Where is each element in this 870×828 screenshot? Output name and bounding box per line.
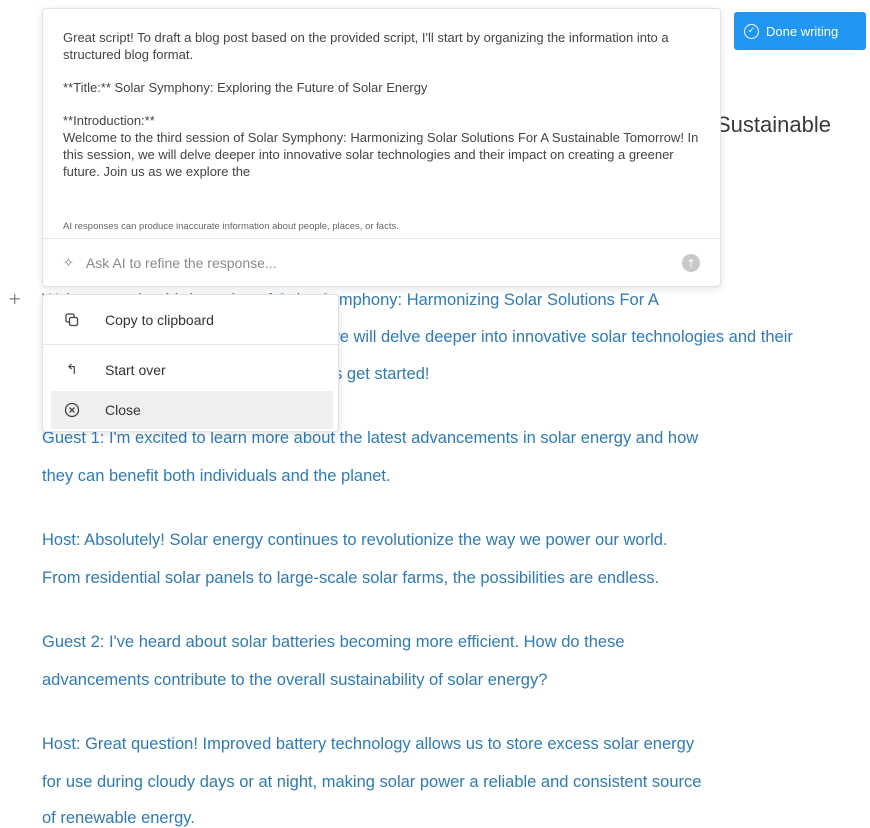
plus-icon[interactable]: +: [8, 289, 21, 308]
doc-line: Host: Great question! Improved battery t…: [42, 735, 695, 753]
doc-line: of renewable energy.: [42, 809, 195, 827]
copy-to-clipboard-label: Copy to clipboard: [105, 312, 214, 328]
ai-response-intro-body: Welcome to the third session of Solar Sy…: [63, 130, 699, 179]
copy-to-clipboard-item[interactable]: Copy to clipboard: [51, 301, 333, 339]
ai-refine-input[interactable]: [83, 254, 682, 272]
ai-response-intro-heading: **Introduction:**: [63, 113, 155, 128]
doc-line: From residential solar panels to large-s…: [42, 569, 660, 587]
done-writing-label: Done writing: [766, 23, 839, 39]
doc-line: advancements contribute to the overall s…: [42, 671, 548, 689]
doc-line: Guest 2: I've heard about solar batterie…: [42, 633, 625, 651]
start-over-label: Start over: [105, 362, 166, 378]
document-heading-fragment: Sustainable: [716, 112, 831, 137]
ai-response-title: **Title:** Solar Symphony: Exploring the…: [63, 80, 428, 95]
close-label: Close: [105, 402, 141, 418]
close-item[interactable]: Close: [51, 391, 333, 429]
start-over-item[interactable]: ↰ Start over: [51, 351, 333, 389]
copy-icon: [63, 311, 81, 329]
ai-disclaimer: AI responses can produce inaccurate info…: [63, 221, 399, 232]
send-icon[interactable]: ↑: [682, 254, 700, 272]
ai-action-menu: Copy to clipboard ↰ Start over Close: [42, 294, 339, 432]
ai-response-intro: Great script! To draft a blog post based…: [63, 30, 669, 62]
ai-response-panel: Great script! To draft a blog post based…: [42, 8, 721, 287]
doc-line: they can benefit both individuals and th…: [42, 467, 391, 485]
undo-arrow-icon: ↰: [66, 362, 78, 378]
check-circle-icon: ✓: [744, 23, 759, 39]
doc-line: Host: Absolutely! Solar energy continues…: [42, 531, 668, 549]
ai-refine-row: ✧ ↑: [43, 239, 720, 287]
ai-response-text[interactable]: Great script! To draft a blog post based…: [63, 29, 703, 214]
menu-divider: [43, 344, 338, 345]
sparkle-icon: ✧: [63, 255, 74, 271]
close-circle-icon: [63, 401, 81, 419]
done-writing-button[interactable]: ✓ Done writing: [734, 12, 866, 50]
doc-line: for use during cloudy days or at night, …: [42, 773, 702, 791]
